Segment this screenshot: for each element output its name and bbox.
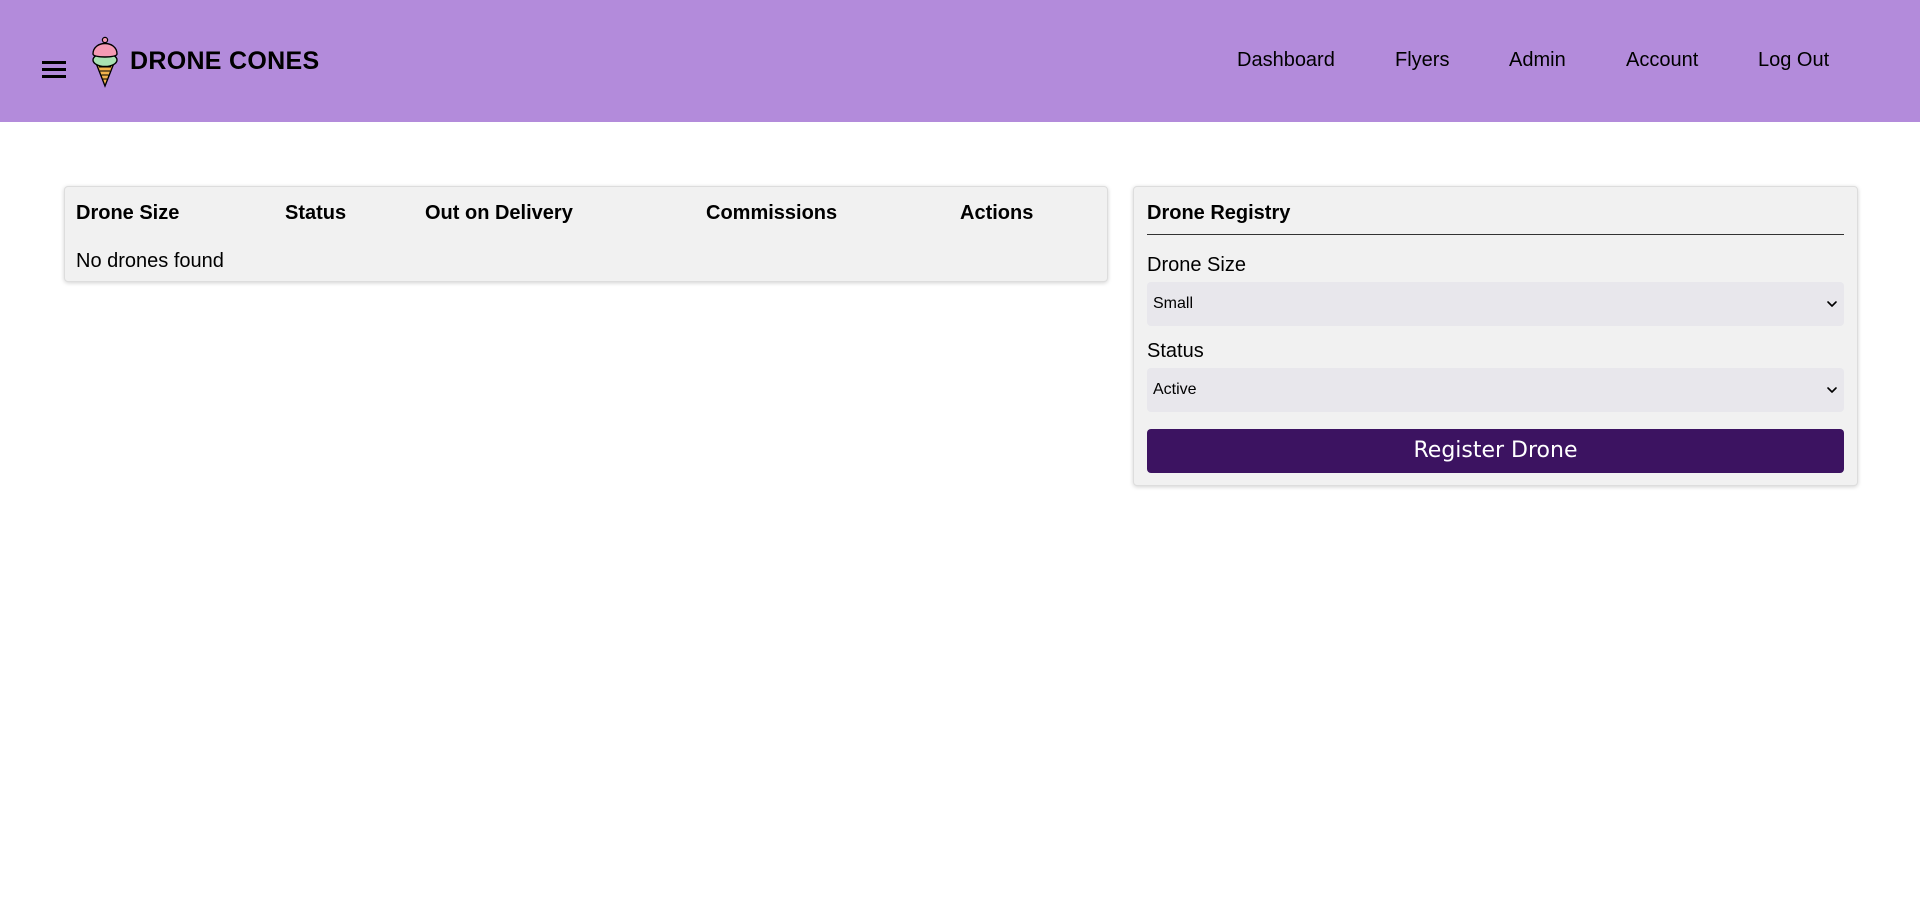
column-header-status: Status — [285, 202, 347, 224]
top-navbar: DRONE CONES Dashboard Flyers Admin Accou… — [0, 0, 1920, 122]
status-label: Status — [1147, 340, 1204, 362]
brand-title[interactable]: DRONE CONES — [130, 47, 319, 75]
register-drone-button[interactable]: Register Drone — [1147, 429, 1844, 473]
chevron-down-icon — [1827, 387, 1837, 393]
registry-title: Drone Registry — [1147, 202, 1291, 224]
nav-link-flyers[interactable]: Flyers — [1395, 48, 1449, 72]
column-header-commissions: Commissions — [706, 202, 838, 224]
empty-table-message: No drones found — [76, 250, 224, 272]
column-header-actions: Actions — [960, 202, 1034, 224]
nav-link-log-out[interactable]: Log Out — [1758, 48, 1829, 72]
drones-table: Drone Size Status Out on Delivery Commis… — [64, 186, 1108, 282]
chevron-down-icon — [1827, 301, 1837, 307]
status-selected-value: Active — [1153, 381, 1197, 398]
hamburger-menu-icon[interactable] — [42, 61, 68, 79]
nav-link-dashboard[interactable]: Dashboard — [1237, 48, 1335, 72]
drone-registry-form: Drone Registry Drone Size Small Status A… — [1133, 186, 1858, 486]
drone-size-label: Drone Size — [1147, 254, 1246, 276]
registry-divider — [1147, 234, 1844, 235]
column-header-out-on-delivery: Out on Delivery — [425, 202, 573, 224]
column-header-drone-size: Drone Size — [76, 202, 180, 224]
drone-size-select[interactable]: Small — [1147, 282, 1844, 326]
ice-cream-cone-icon — [92, 36, 118, 88]
nav-link-admin[interactable]: Admin — [1509, 48, 1566, 72]
drone-size-selected-value: Small — [1153, 295, 1194, 312]
status-select[interactable]: Active — [1147, 368, 1844, 412]
nav-link-account[interactable]: Account — [1626, 48, 1698, 72]
